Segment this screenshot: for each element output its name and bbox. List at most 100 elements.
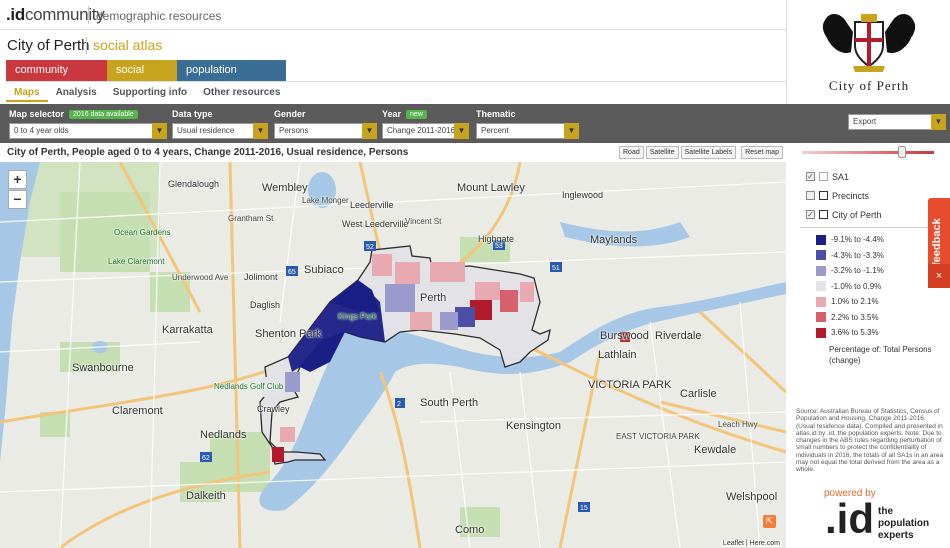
place-label: Daglish	[250, 300, 281, 310]
map-legend: -9.1% to -4.4% -4.3% to -3.3% -3.2% to -…	[800, 227, 940, 366]
layer-label: SA1	[832, 171, 850, 182]
thematic-dropdown[interactable]: Percent ▼	[476, 123, 579, 139]
place-label: Nedlands	[200, 429, 247, 441]
satellite-labels-button[interactable]: Satellite Labels	[680, 146, 737, 159]
site-tagline: demographic resources	[96, 9, 222, 23]
selector-bar: Map selector 2016 data available 0 to 4 y…	[0, 104, 950, 143]
svg-text:51: 51	[552, 265, 560, 272]
id-tagline: the population experts	[878, 506, 930, 541]
legend-swatch	[816, 281, 826, 292]
place-label: Wembley	[262, 182, 308, 194]
place-label: Shenton Park	[255, 328, 322, 340]
checkbox-checked-icon[interactable]: ✓	[806, 210, 815, 219]
top-bar: .idcommunity demographic resources	[0, 0, 786, 30]
place-label: Como	[455, 524, 485, 536]
road-button[interactable]: Road	[619, 146, 644, 159]
opacity-slider-handle[interactable]	[898, 146, 906, 158]
new-badge: new	[406, 109, 427, 119]
subnav-supporting-info[interactable]: Supporting info	[105, 84, 195, 102]
place-label: Grantham St	[228, 214, 274, 223]
zoom-in-button[interactable]: +	[8, 170, 27, 189]
checkbox-icon[interactable]	[806, 191, 815, 200]
gender-label: Gender	[274, 109, 306, 119]
subnav-analysis[interactable]: Analysis	[48, 84, 105, 102]
legend-swatch	[816, 265, 826, 276]
tab-social-atlas[interactable]: social atlas	[107, 60, 177, 97]
year-dropdown[interactable]: Change 2011-2016 ▼	[382, 123, 469, 139]
legend-swatch	[816, 250, 826, 261]
legend-item: 3.6% to 5.3%	[800, 325, 940, 341]
place-label: Kensington	[506, 420, 562, 432]
place-label: Inglewood	[562, 190, 604, 200]
council-title: City of Perth	[7, 37, 90, 54]
map-canvas[interactable]: 65 52 53 51 2 1 15 62 + − Glendalough We…	[0, 162, 786, 548]
place-label: Dalkeith	[186, 490, 226, 502]
place-label: Glendalough	[168, 179, 220, 189]
map-attribution[interactable]: Leaflet | Here.com	[720, 540, 782, 547]
layer-swatch	[819, 210, 828, 219]
place-label: Maylands	[590, 234, 638, 246]
place-label: Mount Lawley	[457, 182, 525, 194]
layer-controls: ✓ SA1 Precincts ✓ City of Perth	[806, 167, 882, 224]
export-dropdown[interactable]: Export ▼	[848, 114, 946, 130]
opacity-slider-track[interactable]	[802, 151, 934, 154]
svg-text:62: 62	[202, 455, 210, 462]
city-of-perth-wordmark: City of Perth	[828, 78, 910, 93]
tab-population-forecast[interactable]: population forecast	[177, 60, 286, 97]
expand-icon[interactable]: ⇱	[763, 515, 776, 528]
sub-navigation: Maps Analysis Supporting info Other reso…	[6, 84, 288, 102]
year-label: Year	[382, 109, 402, 119]
place-label: West Leederville	[342, 219, 409, 229]
checkbox-checked-icon[interactable]: ✓	[806, 172, 815, 181]
chevron-down-icon: ▼	[931, 114, 946, 130]
reset-map-button[interactable]: Reset map	[741, 146, 783, 159]
layer-precincts[interactable]: Precincts	[806, 186, 882, 205]
subnav-other-resources[interactable]: Other resources	[195, 84, 288, 102]
data-available-badge: 2016 data available	[69, 109, 138, 119]
place-label: South Perth	[420, 397, 479, 409]
place-label: Nedlands Golf Club	[214, 382, 284, 391]
divider	[88, 6, 89, 24]
place-label: Leach Hwy	[718, 420, 758, 429]
legend-item: -1.0% to 0.9%	[800, 279, 940, 295]
place-label: Jolimont	[244, 272, 278, 282]
svg-text:15: 15	[580, 505, 588, 512]
place-label: Lathlain	[598, 349, 637, 361]
tab-community-profile[interactable]: community profile	[6, 60, 107, 97]
council-brand-panel: City of Perth	[786, 0, 950, 104]
place-label: Lake Claremont	[108, 257, 165, 266]
place-label: Welshpool	[726, 491, 778, 503]
legend-swatch	[816, 234, 826, 245]
atlas-title: social atlas	[93, 37, 163, 53]
place-label: Kings Park	[338, 312, 377, 321]
data-type-dropdown[interactable]: Usual residence ▼	[172, 123, 268, 139]
place-label: VICTORIA PARK	[588, 379, 672, 391]
map-selector-dropdown[interactable]: 0 to 4 year olds ▼	[9, 123, 167, 139]
satellite-button[interactable]: Satellite	[645, 146, 679, 159]
place-label: Lake Monger	[302, 196, 349, 205]
product-tabs: community profile social atlas populatio…	[6, 60, 286, 97]
place-label: Ocean Gardens	[114, 228, 171, 237]
layer-swatch	[819, 172, 828, 181]
powered-by-id[interactable]: powered by .id the population experts	[786, 488, 950, 548]
subnav-maps[interactable]: Maps	[6, 84, 48, 102]
zoom-out-button[interactable]: −	[8, 190, 27, 209]
divider	[86, 37, 87, 54]
close-icon[interactable]: ×	[928, 264, 950, 288]
feedback-label: feedback	[931, 218, 943, 266]
data-type-label: Data type	[172, 109, 213, 119]
gender-dropdown[interactable]: Persons ▼	[274, 123, 377, 139]
place-label: Carlisle	[680, 388, 717, 400]
layer-sa1[interactable]: ✓ SA1	[806, 167, 882, 186]
layer-swatch	[819, 191, 828, 200]
city-crest-icon	[822, 14, 916, 72]
place-label: Kewdale	[694, 444, 737, 456]
place-label: Claremont	[112, 405, 163, 417]
layer-city-of-perth[interactable]: ✓ City of Perth	[806, 205, 882, 224]
legend-item: 1.0% to 2.1%	[800, 294, 940, 310]
place-label: Underwood Ave	[172, 273, 229, 282]
legend-note: Percentage of: Total Persons (change)	[829, 344, 932, 365]
thematic-group: Thematic Percent ▼	[476, 108, 579, 139]
idcommunity-logo[interactable]: .idcommunity	[6, 5, 105, 25]
data-type-group: Data type Usual residence ▼	[172, 108, 268, 139]
